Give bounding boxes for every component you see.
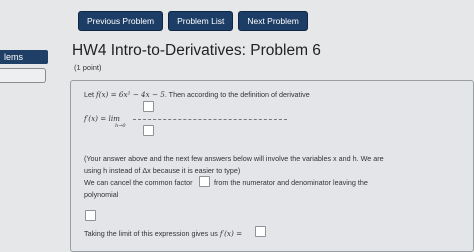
final-function: f′(x) = xyxy=(219,229,243,238)
problem-statement: Let f(x) = 6x² − 4x − 5. Then according … xyxy=(84,90,310,99)
final-derivative-answer-box[interactable] xyxy=(255,226,266,237)
statement-prefix: Let xyxy=(84,90,96,99)
numerator-answer-box[interactable] xyxy=(143,101,154,112)
cancel-suffix: from the numerator and denominator leavi… xyxy=(214,178,368,187)
variables-note-line1: (Your answer above and the next few answ… xyxy=(84,154,384,163)
statement-suffix: . Then according to the definition of de… xyxy=(164,90,310,99)
derivative-lhs: f′(x) = lim xyxy=(84,114,120,123)
next-problem-button[interactable]: Next Problem xyxy=(238,11,308,31)
final-statement: Taking the limit of this expression give… xyxy=(84,229,242,238)
final-prefix: Taking the limit of this expression give… xyxy=(84,229,220,238)
fraction-bar xyxy=(133,119,287,120)
variables-note-line2: using h instead of Δx because it is easi… xyxy=(84,166,241,175)
polynomial-label: polynomial xyxy=(84,190,119,199)
function-definition: f(x) = 6x² − 4x − 5 xyxy=(96,90,165,99)
sidebar-box[interactable] xyxy=(0,68,46,83)
denominator-answer-box[interactable] xyxy=(143,125,154,136)
sidebar-tab-label: lems xyxy=(4,52,24,62)
common-factor-answer-box[interactable] xyxy=(199,176,210,187)
cancel-prefix: We can cancel the common factor xyxy=(84,178,193,187)
problem-list-button[interactable]: Problem List xyxy=(168,11,234,31)
problem-navigation: Previous Problem Problem List Next Probl… xyxy=(78,11,308,31)
sidebar-tab[interactable]: lems xyxy=(0,50,48,64)
previous-problem-button[interactable]: Previous Problem xyxy=(78,11,164,31)
limit-subscript: h→0 xyxy=(115,123,126,129)
points-label: (1 point) xyxy=(74,63,102,72)
problem-panel: Let f(x) = 6x² − 4x − 5. Then according … xyxy=(70,80,474,252)
page-title: HW4 Intro-to-Derivatives: Problem 6 xyxy=(72,42,321,59)
polynomial-answer-box[interactable] xyxy=(85,210,96,221)
